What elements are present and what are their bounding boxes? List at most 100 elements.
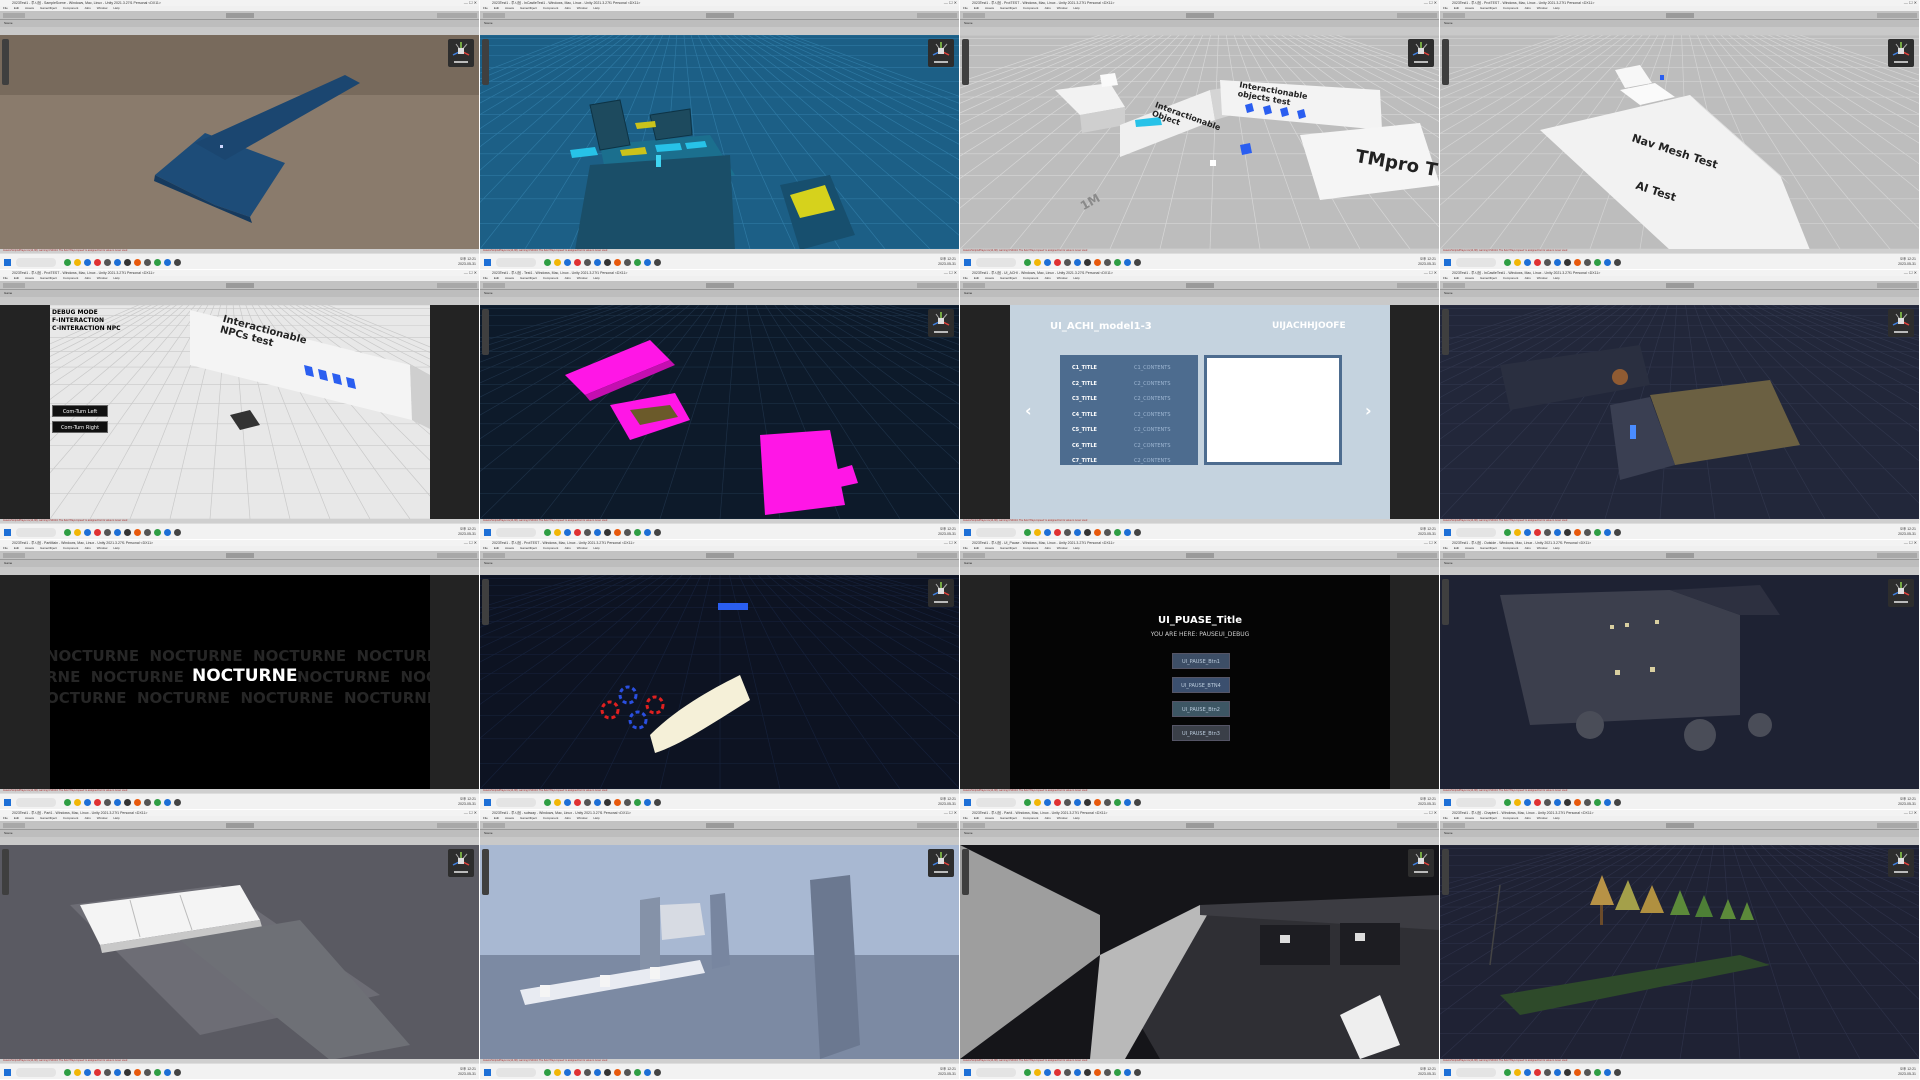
- taskbar-app-icon[interactable]: [1534, 799, 1541, 806]
- taskbar-app-icon[interactable]: [1614, 1069, 1621, 1076]
- taskbar-app-icon[interactable]: [164, 1069, 171, 1076]
- taskbar-clock[interactable]: 오후 12:21 2023-05-31: [1418, 527, 1436, 537]
- menu-item[interactable]: Jobs: [84, 546, 90, 550]
- taskbar-app-icon[interactable]: [154, 529, 161, 536]
- taskbar-clock[interactable]: 오후 12:21 2023-05-31: [458, 257, 476, 267]
- taskbar-app-icon[interactable]: [1594, 529, 1601, 536]
- taskbar-search[interactable]: [1456, 258, 1496, 267]
- layers-layout-dropdowns[interactable]: [1397, 283, 1437, 288]
- menu-item[interactable]: Component: [1023, 546, 1039, 550]
- windows-start-icon[interactable]: [4, 1069, 11, 1076]
- taskbar-app-icon[interactable]: [614, 529, 621, 536]
- menu-item[interactable]: Window: [1537, 6, 1548, 10]
- taskbar-app-icon[interactable]: [1564, 259, 1571, 266]
- menu-item[interactable]: Help: [113, 546, 119, 550]
- achievement-row[interactable]: C2_TITLE C2_CONTENTS: [1072, 381, 1192, 391]
- menu-item[interactable]: Edit: [494, 276, 499, 280]
- view-tab[interactable]: Game: [0, 290, 479, 297]
- taskbar-search[interactable]: [1456, 1068, 1496, 1077]
- taskbar-app-icon[interactable]: [1064, 1069, 1071, 1076]
- taskbar-search[interactable]: [976, 798, 1016, 807]
- taskbar-app-icon[interactable]: [174, 529, 181, 536]
- menu-item[interactable]: Assets: [505, 816, 514, 820]
- menu-item[interactable]: Help: [1553, 816, 1559, 820]
- menu-item[interactable]: Component: [63, 816, 79, 820]
- scene-view[interactable]: [1440, 575, 1919, 789]
- taskbar-app-icon[interactable]: [1064, 799, 1071, 806]
- taskbar-app-icon[interactable]: [1094, 799, 1101, 806]
- taskbar-app-icon[interactable]: [1114, 529, 1121, 536]
- menu-item[interactable]: Component: [1503, 6, 1519, 10]
- menu-item[interactable]: Edit: [494, 6, 499, 10]
- menu-item[interactable]: GameObject: [40, 276, 57, 280]
- view-toolbar[interactable]: [960, 837, 1439, 845]
- menu-item[interactable]: Edit: [494, 546, 499, 550]
- taskbar-app-icon[interactable]: [1514, 259, 1521, 266]
- windows-start-icon[interactable]: [964, 799, 971, 806]
- scene-tools-overlay[interactable]: [2, 849, 9, 895]
- menu-item[interactable]: File: [1443, 546, 1448, 550]
- taskbar-app-icon[interactable]: [134, 529, 141, 536]
- taskbar-app-icon[interactable]: [1124, 1069, 1131, 1076]
- menu-item[interactable]: File: [963, 6, 968, 10]
- layers-layout-dropdowns[interactable]: [917, 553, 957, 558]
- taskbar-app-icon[interactable]: [1084, 799, 1091, 806]
- scene-tools-overlay[interactable]: [1442, 579, 1449, 625]
- taskbar-app-icon[interactable]: [94, 529, 101, 536]
- windows-start-icon[interactable]: [1444, 799, 1451, 806]
- account-dropdown[interactable]: [483, 823, 505, 828]
- taskbar-app-icon[interactable]: [554, 1069, 561, 1076]
- taskbar-app-icon[interactable]: [1044, 529, 1051, 536]
- play-controls[interactable]: [1186, 823, 1214, 828]
- taskbar-app-icon[interactable]: [624, 1069, 631, 1076]
- taskbar-app-icon[interactable]: [94, 799, 101, 806]
- taskbar-app-icon[interactable]: [1584, 259, 1591, 266]
- taskbar-app-icon[interactable]: [574, 799, 581, 806]
- taskbar-app-icon[interactable]: [624, 259, 631, 266]
- taskbar-app-icon[interactable]: [594, 259, 601, 266]
- taskbar-app-icon[interactable]: [564, 1069, 571, 1076]
- account-dropdown[interactable]: [3, 553, 25, 558]
- layers-layout-dropdowns[interactable]: [1877, 823, 1917, 828]
- orientation-gizmo-icon[interactable]: [928, 849, 954, 877]
- menu-item[interactable]: Help: [593, 546, 599, 550]
- menu-item[interactable]: Jobs: [84, 816, 90, 820]
- taskbar-app-icon[interactable]: [1074, 799, 1081, 806]
- taskbar-clock[interactable]: 오후 12:21 2023-05-31: [1898, 527, 1916, 537]
- game-view[interactable]: NOCTURNE NOCTURNE NOCTURNE NOCTURNE NOCT…: [0, 575, 479, 789]
- windows-start-icon[interactable]: [484, 259, 491, 266]
- taskbar-search[interactable]: [496, 1068, 536, 1077]
- taskbar-app-icon[interactable]: [1064, 529, 1071, 536]
- taskbar-app-icon[interactable]: [634, 259, 641, 266]
- taskbar-app-icon[interactable]: [1044, 1069, 1051, 1076]
- taskbar-clock[interactable]: 오후 12:21 2023-05-31: [458, 797, 476, 807]
- play-controls[interactable]: [1666, 13, 1694, 18]
- windows-start-icon[interactable]: [964, 259, 971, 266]
- taskbar-app-icon[interactable]: [84, 1069, 91, 1076]
- taskbar-app-icon[interactable]: [1604, 259, 1611, 266]
- taskbar-app-icon[interactable]: [554, 259, 561, 266]
- menu-item[interactable]: GameObject: [1000, 6, 1017, 10]
- view-tab[interactable]: Game: [960, 290, 1439, 297]
- com-turn-left-button[interactable]: Com-Turn Left: [52, 405, 108, 417]
- account-dropdown[interactable]: [963, 283, 985, 288]
- scene-tools-overlay[interactable]: [2, 39, 9, 85]
- taskbar-app-icon[interactable]: [1044, 259, 1051, 266]
- menu-item[interactable]: Jobs: [1524, 546, 1530, 550]
- taskbar-app-icon[interactable]: [1594, 799, 1601, 806]
- layers-layout-dropdowns[interactable]: [437, 13, 477, 18]
- taskbar-app-icon[interactable]: [1024, 259, 1031, 266]
- scene-view[interactable]: Nav Mesh Test AI Test: [1440, 35, 1919, 249]
- taskbar-app-icon[interactable]: [1064, 259, 1071, 266]
- view-tab[interactable]: Scene: [480, 20, 959, 27]
- taskbar-app-icon[interactable]: [144, 529, 151, 536]
- layers-layout-dropdowns[interactable]: [1877, 283, 1917, 288]
- play-controls[interactable]: [1186, 283, 1214, 288]
- play-controls[interactable]: [226, 283, 254, 288]
- taskbar-app-icon[interactable]: [594, 529, 601, 536]
- menu-item[interactable]: File: [483, 276, 488, 280]
- taskbar-app-icon[interactable]: [584, 1069, 591, 1076]
- taskbar-clock[interactable]: 오후 12:21 2023-05-31: [458, 527, 476, 537]
- account-dropdown[interactable]: [1443, 823, 1465, 828]
- taskbar-app-icon[interactable]: [1564, 799, 1571, 806]
